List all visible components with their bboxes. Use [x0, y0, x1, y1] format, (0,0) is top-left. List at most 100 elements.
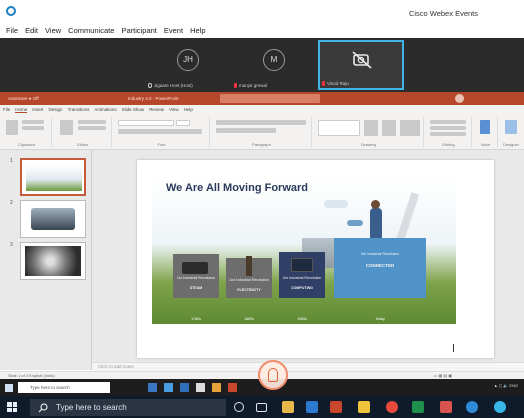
tab-view[interactable]: View: [169, 107, 179, 112]
align-buttons[interactable]: [216, 128, 276, 133]
sticky-notes-icon[interactable]: [358, 401, 370, 413]
copy-icon[interactable]: [22, 126, 44, 130]
menu-file[interactable]: File: [6, 26, 18, 35]
taskbar-search-box[interactable]: Type here to search: [30, 399, 226, 416]
person-head: [371, 200, 380, 209]
share-icon: [268, 368, 278, 382]
tab-transitions[interactable]: Transitions: [68, 107, 90, 112]
windows-start-icon[interactable]: [5, 384, 13, 392]
shared-search-box[interactable]: Type here to search: [18, 382, 110, 393]
app-icon[interactable]: [440, 401, 452, 413]
webex-taskbar-icon[interactable]: [494, 401, 506, 413]
edge-icon[interactable]: [466, 401, 478, 413]
thumbnail-image: [31, 208, 75, 230]
participant-tile-2[interactable]: M manjot grewal: [232, 40, 316, 90]
participant-tile-1[interactable]: JH Jigaare Host (Host): [146, 40, 230, 90]
reset-icon[interactable]: [78, 126, 106, 130]
notes-placeholder: Click to add notes: [98, 364, 134, 369]
ppt-search-box[interactable]: [220, 94, 320, 103]
font-name-select[interactable]: [118, 120, 174, 126]
menu-participant[interactable]: Participant: [121, 26, 156, 35]
status-slide-info: Slide 1 of 3 English (India): [8, 373, 55, 378]
tab-animations[interactable]: Animations: [94, 107, 116, 112]
excel-icon[interactable]: [412, 401, 424, 413]
menu-help[interactable]: Help: [190, 26, 205, 35]
slide-number: 1: [10, 158, 13, 164]
ppt-titlebar: AutoSave ● Off Industry 4.0 - PowerPoint: [0, 92, 524, 105]
select-icon[interactable]: [430, 132, 466, 136]
design-ideas-icon[interactable]: [505, 120, 517, 134]
slide-thumbnail-2[interactable]: [20, 200, 86, 238]
era-tech: CONNECTED: [365, 263, 395, 268]
menu-edit[interactable]: Edit: [25, 26, 38, 35]
text-cursor-icon: [453, 344, 454, 352]
dictate-icon[interactable]: [480, 120, 490, 134]
ribbon-group-voice: Voice: [474, 117, 498, 147]
outlook-icon[interactable]: [306, 401, 318, 413]
era-tech: STEAM: [189, 286, 203, 290]
cut-icon[interactable]: [22, 120, 44, 124]
era-year: 1960s: [297, 317, 307, 321]
tab-design[interactable]: Design: [49, 107, 63, 112]
participant-tile-3[interactable]: Vinod Raju: [318, 40, 404, 90]
ribbon-group-clipboard: Clipboard: [2, 117, 52, 147]
ribbon-group-designer: Designer: [500, 117, 522, 147]
menu-communicate[interactable]: Communicate: [68, 26, 114, 35]
ribbon-group-editing: Editing: [426, 117, 472, 147]
user-avatar[interactable]: [455, 94, 464, 103]
menu-event[interactable]: Event: [164, 26, 183, 35]
tab-help[interactable]: Help: [184, 107, 193, 112]
quick-styles-icon[interactable]: [382, 120, 396, 136]
notes-pane[interactable]: Click to add notes: [92, 362, 524, 371]
ribbon-group-font: Font: [114, 117, 210, 147]
drone-image: [347, 220, 363, 226]
task-view-icon[interactable]: [256, 403, 267, 412]
tab-insert[interactable]: Insert: [32, 107, 43, 112]
file-explorer-icon[interactable]: [282, 401, 294, 413]
ribbon-group-paragraph: Paragraph: [212, 117, 312, 147]
list-buttons[interactable]: [216, 120, 306, 125]
chrome-icon[interactable]: [386, 401, 398, 413]
tab-review[interactable]: Review: [149, 107, 164, 112]
tab-slideshow[interactable]: Slide Show: [122, 107, 145, 112]
taskbar-app-icons[interactable]: [148, 383, 278, 392]
arrange-icon[interactable]: [364, 120, 378, 136]
thumbnail-image: [26, 165, 82, 191]
font-format-buttons[interactable]: [118, 129, 202, 134]
slide-picture[interactable]: 1st Industrial Revolution STEAM 2nd Indu…: [152, 178, 456, 324]
windows-start-button[interactable]: [7, 402, 17, 412]
lamp-image: [246, 256, 252, 276]
paste-icon[interactable]: [6, 120, 18, 135]
slide-thumbnail-3[interactable]: [20, 242, 86, 280]
participant-name: manjot grewal: [234, 83, 267, 88]
tab-home[interactable]: Home: [15, 107, 28, 113]
era-label: 2nd Industrial Revolution: [229, 278, 269, 282]
new-slide-icon[interactable]: [60, 120, 73, 135]
era-tech: ELECTRICITY: [237, 288, 261, 292]
sharing-control-button[interactable]: [258, 360, 288, 390]
slide-title[interactable]: We Are All Moving Forward: [166, 182, 308, 194]
webex-titlebar: Cisco Webex Events: [0, 0, 524, 22]
ribbon-group-slides: Slides: [54, 117, 112, 147]
cortana-icon[interactable]: [234, 402, 244, 412]
tab-file[interactable]: File: [3, 107, 10, 112]
font-size-select[interactable]: [176, 120, 190, 126]
participant-strip: JH Jigaare Host (Host) M manjot grewal V…: [0, 38, 524, 92]
menu-view[interactable]: View: [45, 26, 61, 35]
participant-name: Jigaare Host (Host): [148, 83, 193, 88]
layout-icon[interactable]: [78, 120, 106, 124]
windows-taskbar: Type here to search: [0, 396, 524, 418]
slide-thumbnail-1[interactable]: [20, 158, 86, 196]
era-year: Today: [375, 317, 385, 321]
thumbnail-image: [25, 246, 81, 276]
replace-icon[interactable]: [430, 126, 466, 130]
ppt-ribbon-tabs: File Home Insert Design Transitions Anim…: [0, 105, 524, 114]
powerpoint-icon[interactable]: [330, 401, 342, 413]
ppt-filename: Industry 4.0 - PowerPoint: [128, 96, 179, 101]
view-buttons[interactable]: ▭ ▦ ▤ ▣: [434, 373, 452, 378]
shapes-gallery[interactable]: [318, 120, 360, 136]
audio-icon: [148, 83, 152, 88]
shape-fill-icon[interactable]: [400, 120, 420, 136]
find-icon[interactable]: [430, 120, 466, 124]
ppt-autosave[interactable]: AutoSave ● Off: [8, 96, 39, 101]
